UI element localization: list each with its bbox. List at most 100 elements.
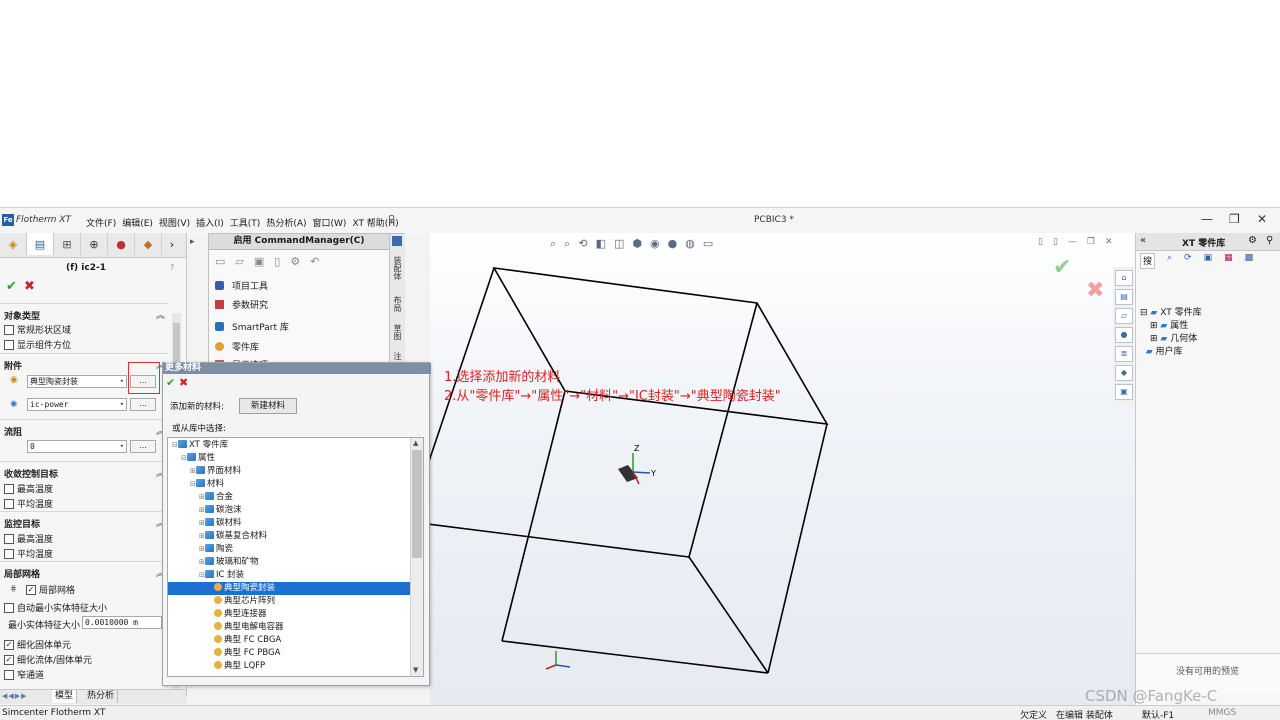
tab-nav-icons[interactable]: ◀◀▶▶: [2, 692, 28, 700]
save-icon[interactable]: ▣: [254, 255, 264, 268]
open-folder-icon[interactable]: ▱: [235, 255, 243, 268]
feature-tree-tab-icon[interactable]: ◈: [0, 233, 27, 255]
xt-library-icon[interactable]: ▣: [1115, 384, 1133, 400]
folder-icon[interactable]: ▱: [1115, 308, 1133, 324]
config-tab-icon[interactable]: ⊞: [54, 233, 81, 255]
menu-insert[interactable]: 插入(I): [196, 216, 224, 229]
viewport-close-icon[interactable]: ✕: [1105, 237, 1113, 247]
material-tree-item[interactable]: ⊞ 碳泡沫: [168, 504, 423, 517]
dimxpert-tab-icon[interactable]: ⊕: [81, 233, 108, 255]
tab-thermal[interactable]: 热分析: [84, 690, 119, 703]
vtab-assembly[interactable]: 装配体: [392, 256, 403, 280]
monitor-icon[interactable]: ▭: [703, 237, 713, 251]
menu-edit[interactable]: 编辑(E): [122, 216, 153, 229]
viewport-minimize-icon[interactable]: —: [1068, 237, 1077, 247]
checkbox-regular-shape[interactable]: 常规形状区域: [4, 323, 71, 336]
library-tree-geometry[interactable]: ⊞ ▰ 几何体: [1150, 331, 1197, 344]
viewport-split-icon[interactable]: ▯: [1038, 237, 1043, 247]
confirm-corner-cancel-icon[interactable]: ✖: [1086, 278, 1104, 303]
new-doc-icon[interactable]: ▭: [215, 255, 225, 268]
scrollbar-thumb[interactable]: [412, 450, 422, 558]
custom-pane-icon[interactable]: ◆: [1115, 365, 1133, 381]
checkbox-auto-min-feature[interactable]: 自动最小实体特征大小: [4, 601, 107, 614]
checkbox-show-orientation[interactable]: 显示组件方位: [4, 338, 71, 351]
vtab-sketch[interactable]: 草图: [392, 324, 403, 340]
section-view-icon[interactable]: ◧: [596, 237, 606, 251]
cmd-parametric-study[interactable]: 参数研究: [215, 298, 268, 311]
close-icon[interactable]: ✕: [1257, 212, 1267, 226]
camera-icon[interactable]: ▣: [1204, 253, 1213, 269]
checkbox-local-mesh[interactable]: ✓ 局部网格: [26, 583, 75, 596]
scroll-up-icon[interactable]: ▲: [413, 439, 418, 447]
grid-icon[interactable]: ▩: [1245, 253, 1254, 269]
zoom-fit-icon[interactable]: ⌕: [550, 237, 556, 251]
panel-toggle-icon[interactable]: [392, 236, 402, 246]
library-icon[interactable]: ▤: [1115, 289, 1133, 305]
cancel-icon[interactable]: ✖: [24, 279, 35, 294]
flow-resistance-browse-button[interactable]: ...: [130, 440, 156, 453]
cmd-smartpart[interactable]: SmartPart 库: [215, 320, 289, 333]
material-tree-item[interactable]: 典型陶瓷封装: [168, 582, 423, 595]
gear-icon[interactable]: ⚙: [1248, 235, 1257, 246]
material-tree-item[interactable]: ⊞ 碳材料: [168, 517, 423, 530]
search-icon[interactable]: ⌕: [1167, 253, 1172, 269]
search-tab[interactable]: 搜: [1140, 253, 1156, 269]
material-tree-item[interactable]: 典型 FC CBGA: [168, 634, 423, 647]
checkbox-mon-avg-temp[interactable]: 平均温度: [4, 547, 53, 560]
tree-scrollbar[interactable]: ▲ ▼: [410, 438, 423, 676]
viewport-split2-icon[interactable]: ▯: [1053, 237, 1058, 247]
vtab-annotation[interactable]: 注: [392, 352, 403, 360]
pin-icon[interactable]: ⚲: [388, 214, 395, 225]
dialog-ok-icon[interactable]: ✔: [166, 376, 175, 389]
graphics-viewport[interactable]: Z Y: [430, 233, 1135, 705]
gear-icon[interactable]: ⚙: [290, 255, 300, 268]
palette-icon[interactable]: ▦: [1224, 253, 1233, 269]
checkbox-refine-solid[interactable]: ✓ 细化固体单元: [4, 638, 71, 651]
library-tree-root[interactable]: ⊟ ▰ XT 零件库: [1140, 305, 1202, 318]
appearance-pane-icon[interactable]: ●: [1115, 327, 1133, 343]
new-material-button[interactable]: 新建材料: [239, 398, 297, 414]
confirm-corner-ok-icon[interactable]: ✔: [1053, 255, 1071, 280]
collapse-icon[interactable]: ︽: [156, 308, 165, 321]
scroll-down-icon[interactable]: ▼: [413, 666, 418, 674]
help-icon[interactable]: ?: [170, 263, 174, 272]
menu-view[interactable]: 视图(V): [159, 216, 190, 229]
menu-file[interactable]: 文件(F): [86, 216, 116, 229]
material-tree-item[interactable]: ⊟ IC 封装: [168, 569, 423, 582]
material-tree-item[interactable]: 典型 FC PBGA: [168, 647, 423, 660]
cmd-part-library[interactable]: 零件库: [215, 340, 259, 353]
thermal-tab-icon[interactable]: ◆: [135, 233, 162, 255]
expand-arrow-icon[interactable]: ▸: [190, 237, 195, 247]
scene-icon[interactable]: ◍: [685, 237, 695, 251]
refresh-icon[interactable]: ⟳: [1184, 253, 1192, 269]
zoom-area-icon[interactable]: ⌕: [564, 237, 570, 251]
power-attach-select[interactable]: ic-power ▾: [27, 398, 127, 411]
library-tree-user[interactable]: ▰ 用户库: [1140, 344, 1183, 357]
material-tree[interactable]: ⊟ XT 零件库 ⊟ 属性 ⊞ 界面材料 ⊟ 材料 ⊞ 合金 ⊞ 碳泡沫 ⊞ 碳材料 ⊞ 碳基复合材料 ⊞ 陶瓷 ⊞…: [167, 437, 424, 677]
tab-more-icon[interactable]: ›: [162, 233, 182, 255]
flow-resistance-select[interactable]: 0 ▾: [27, 440, 127, 453]
material-tree-item[interactable]: 典型 LQFP: [168, 660, 423, 673]
hide-show-icon[interactable]: ◉: [650, 237, 660, 251]
library-tree-properties[interactable]: ⊞ ▰ 属性: [1150, 318, 1188, 331]
material-tree-item[interactable]: ⊟ XT 零件库: [168, 439, 414, 452]
material-tree-item[interactable]: ⊞ 合金: [168, 491, 423, 504]
material-tree-item[interactable]: 典型电解电容器: [168, 621, 423, 634]
status-units[interactable]: MMGS: [1208, 708, 1236, 718]
home-icon[interactable]: ⌂: [1115, 270, 1133, 286]
minimize-icon[interactable]: —: [1201, 212, 1213, 226]
menu-window[interactable]: 窗口(W): [313, 216, 347, 229]
previous-view-icon[interactable]: ⟲: [578, 237, 587, 251]
collapse-panel-icon[interactable]: «: [1140, 235, 1146, 246]
restore-icon[interactable]: ❐: [1229, 212, 1240, 226]
command-manager-title[interactable]: 启用 CommandManager(C): [209, 234, 389, 250]
viewport-restore-icon[interactable]: ❐: [1087, 237, 1095, 247]
pin-icon[interactable]: ⚲: [1266, 235, 1273, 246]
checkbox-mon-max-temp[interactable]: 最高温度: [4, 532, 53, 545]
appearance-icon[interactable]: ●: [668, 237, 678, 251]
appearance-tab-icon[interactable]: ●: [108, 233, 135, 255]
material-tree-item[interactable]: ⊞ 界面材料: [168, 465, 423, 478]
power-browse-button[interactable]: ...: [130, 398, 156, 411]
tab-model[interactable]: 模型: [52, 690, 78, 703]
confirm-icon[interactable]: ✔: [6, 279, 17, 294]
